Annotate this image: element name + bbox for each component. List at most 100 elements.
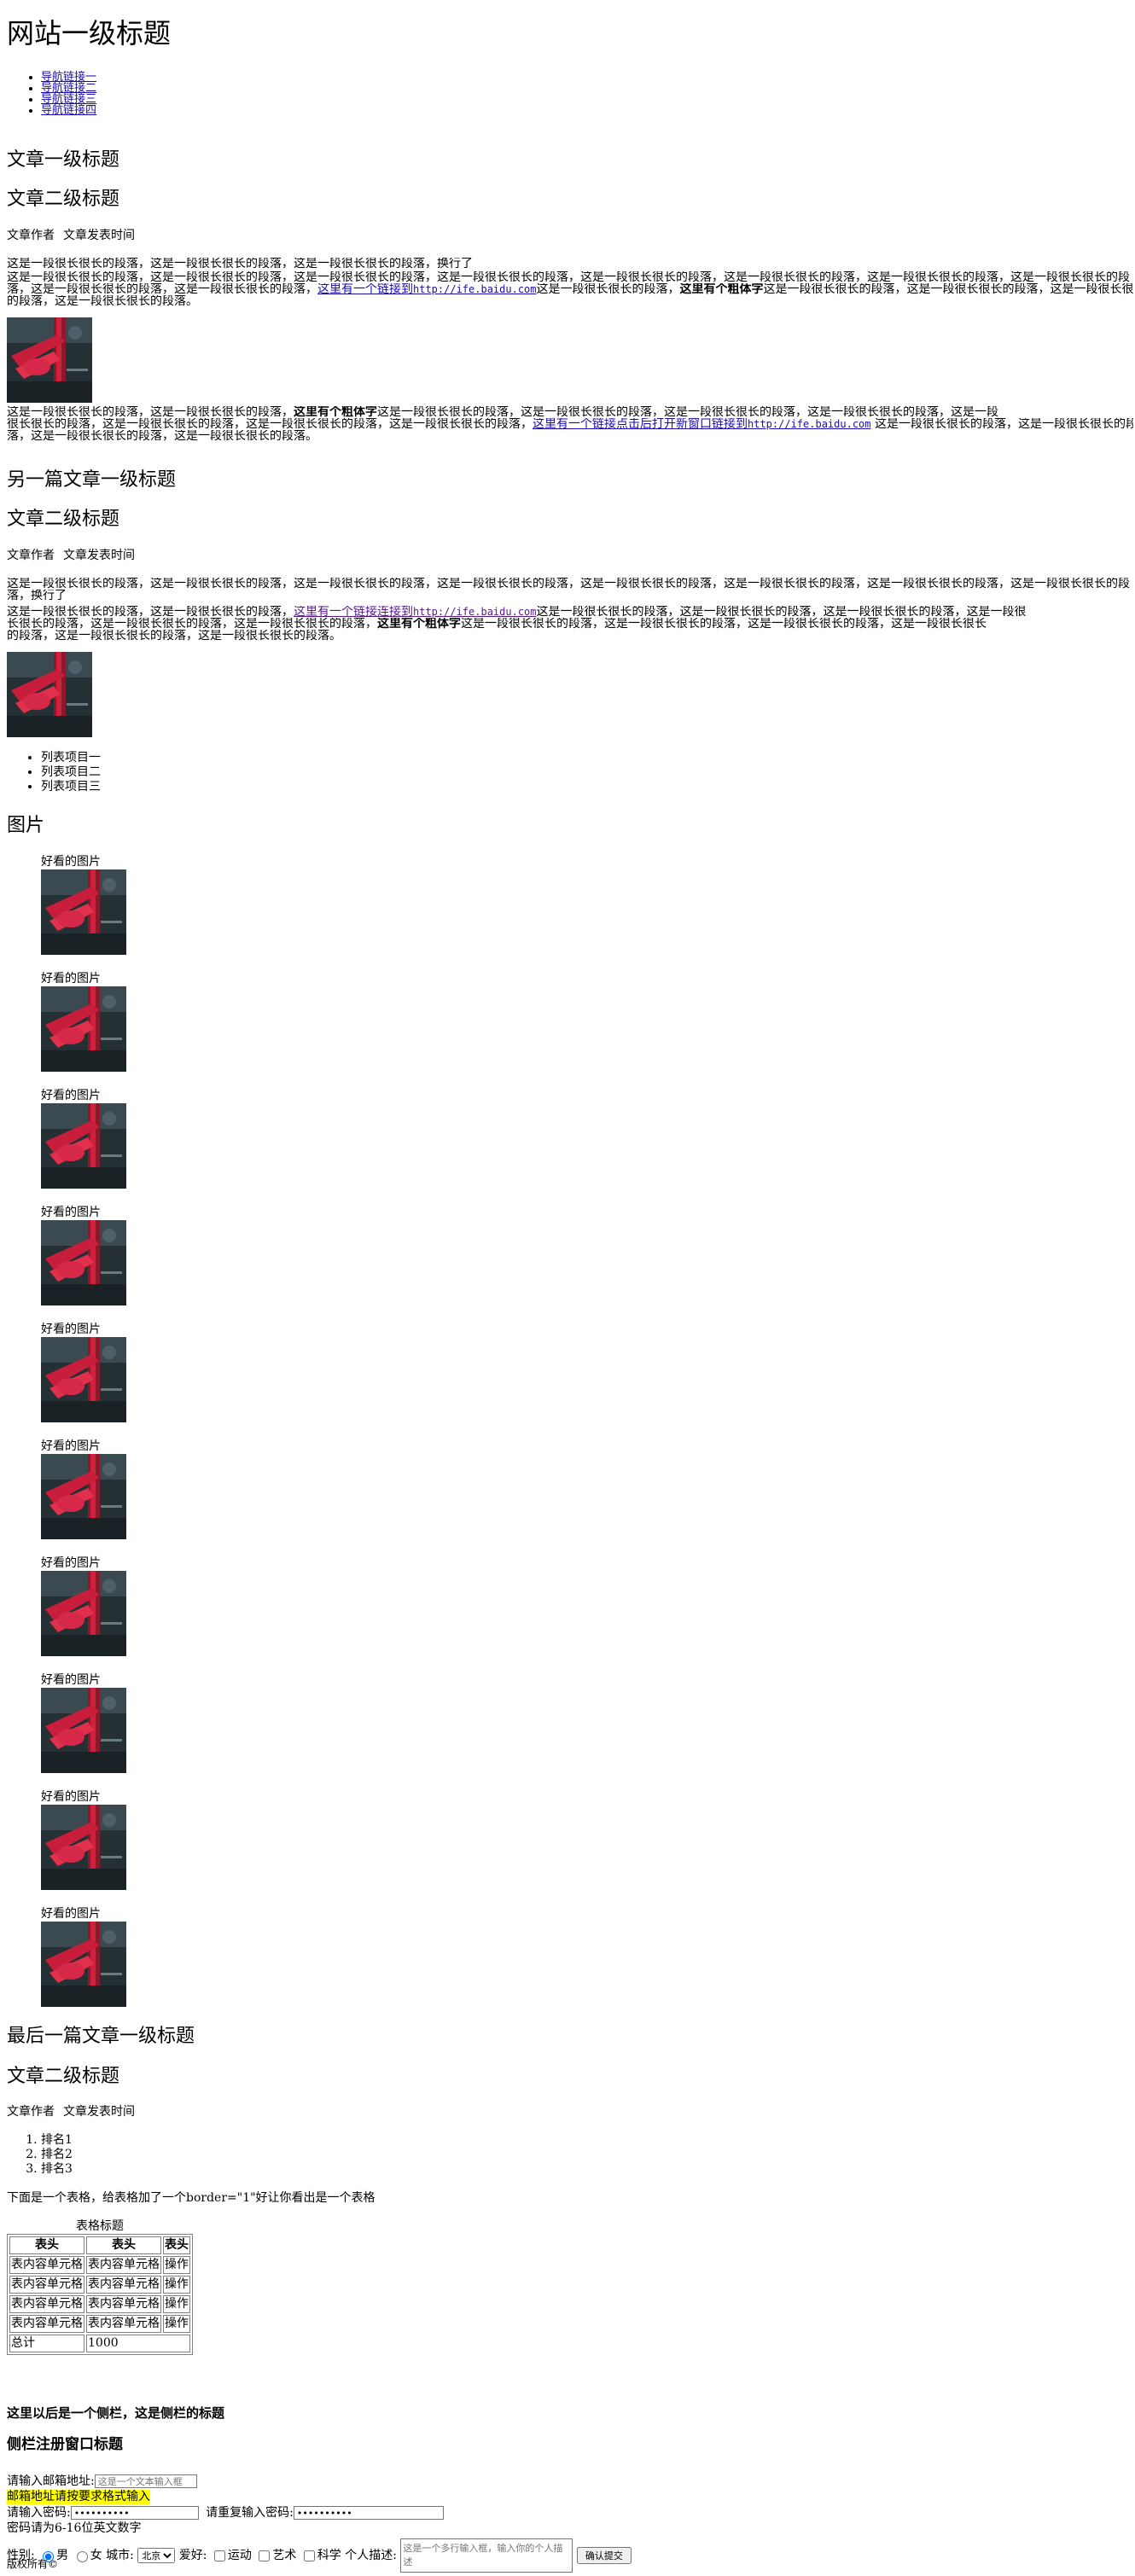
password-field[interactable] bbox=[70, 2506, 199, 2520]
hobby-art-label: 艺术 bbox=[272, 2549, 297, 2562]
article1-meta: 文章作者 文章发表时间 bbox=[7, 229, 135, 243]
article2-list: 列表项目一 列表项目二 列表项目三 bbox=[7, 751, 101, 794]
article1-bold-text-2: 这里有个粗体字 bbox=[294, 406, 377, 418]
photo-image bbox=[41, 1454, 126, 1539]
ranking-list: 排名1 排名2 排名3 bbox=[7, 2133, 73, 2177]
sidebar-title: 这里以后是一个侧栏，这是侧栏的标题 bbox=[7, 2405, 225, 2421]
article2-subtitle: 文章二级标题 bbox=[7, 509, 120, 530]
city-select[interactable]: 北京 bbox=[137, 2548, 176, 2563]
table-row: 表内容单元格 表内容单元格 操作 bbox=[9, 2295, 190, 2313]
table-cell: 表内容单元格 bbox=[9, 2295, 84, 2313]
nav-item[interactable]: 导航链接四 bbox=[41, 105, 96, 116]
description-label: 个人描述: bbox=[345, 2549, 397, 2562]
photo-image bbox=[41, 1922, 126, 2007]
gallery-image bbox=[41, 986, 126, 1072]
description-textarea[interactable] bbox=[400, 2538, 573, 2573]
article1-link[interactable]: 这里有一个链接到http://ife.baidu.com bbox=[317, 283, 537, 295]
data-table: 表格标题 表头 表头 表头 表内容单元格 表内容单元格 操作 表内容单元格 表内… bbox=[7, 2219, 193, 2355]
gallery-figure: 好看的图片 bbox=[41, 1323, 126, 1439]
table-cell: 操作 bbox=[163, 2295, 190, 2313]
photo-image bbox=[41, 1337, 126, 1422]
hobby-art-checkbox[interactable] bbox=[259, 2550, 271, 2561]
gallery-image bbox=[41, 1571, 126, 1656]
photo-image bbox=[41, 986, 126, 1072]
footer-copyright: 版权所有© bbox=[7, 2558, 59, 2570]
gallery-figure: 好看的图片 bbox=[41, 972, 126, 1089]
list-item: 排名1 bbox=[41, 2133, 73, 2148]
article1-newwindow-link[interactable]: 这里有一个链接点击后打开新窗口链接到http://ife.baidu.com bbox=[533, 418, 871, 430]
photo-image bbox=[41, 1220, 126, 1305]
photo-image bbox=[7, 317, 92, 403]
list-item: 排名2 bbox=[41, 2148, 73, 2162]
password-repeat-field[interactable] bbox=[293, 2506, 444, 2520]
list-item: 排名3 bbox=[41, 2162, 73, 2177]
article1-paragraph-1: 这是一段很长很长的段落，这是一段很长很长的段落，这是一段很长很长的段落，换行了 bbox=[7, 258, 473, 270]
photo-image bbox=[7, 652, 92, 737]
table-header: 表头 bbox=[9, 2236, 84, 2254]
total-value: 1000 bbox=[86, 2335, 190, 2352]
article2-image bbox=[7, 652, 92, 737]
hobby-sport-label: 运动 bbox=[227, 2549, 252, 2562]
email-field[interactable] bbox=[94, 2474, 197, 2488]
password-label: 请输入密码: bbox=[7, 2506, 71, 2520]
article1-paragraph-2: 这是一段很长很长的段落，这是一段很长很长的段落，这是一段很长很长的段落，这是一段… bbox=[7, 271, 1133, 307]
gallery-figure: 好看的图片 bbox=[41, 855, 126, 972]
nav-link-4[interactable]: 导航链接四 bbox=[41, 104, 96, 117]
main-nav: 导航链接一 导航链接二 导航链接三 导航链接四 bbox=[7, 72, 96, 116]
article2-paragraph-1: 这是一段很长很长的段落，这是一段很长很长的段落，这是一段很长很长的段落，这是一段… bbox=[7, 578, 1130, 602]
article2-meta: 文章作者 文章发表时间 bbox=[7, 549, 135, 563]
gender-female-radio[interactable] bbox=[76, 2551, 88, 2562]
hobby-label: 爱好: bbox=[178, 2549, 207, 2562]
gallery-image bbox=[41, 1688, 126, 1773]
password-hint: 密码请为6-16位英文数字 bbox=[7, 2521, 142, 2535]
figure-caption: 好看的图片 bbox=[41, 1323, 101, 1336]
table-row: 表内容单元格 表内容单元格 操作 bbox=[9, 2276, 190, 2294]
figure-caption: 好看的图片 bbox=[41, 1206, 101, 1219]
table-total-row: 总计 1000 bbox=[9, 2335, 190, 2352]
gallery: 好看的图片 好看的图片 好看的图片 好看的图片 好看的图片 好看的图片 好看的图片 好看的图片… bbox=[7, 855, 126, 2024]
article1-author: 文章作者 bbox=[7, 229, 55, 242]
gallery-image bbox=[41, 1337, 126, 1422]
article1-bold-text: 这里有个粗体字 bbox=[679, 283, 764, 295]
gender-female-label: 女 bbox=[90, 2549, 102, 2562]
list-item: 列表项目二 bbox=[41, 765, 101, 780]
password-repeat-label: 请重复输入密码: bbox=[206, 2506, 294, 2520]
table-header: 表头 bbox=[163, 2236, 190, 2254]
hobby-science-checkbox[interactable] bbox=[303, 2550, 315, 2561]
register-form: 请输入邮箱地址: 邮箱地址请按要求格式输入 请输入密码: 请重复输入密码: 密码… bbox=[7, 2473, 1128, 2573]
photo-image bbox=[41, 1103, 126, 1189]
article3-meta: 文章作者 文章发表时间 bbox=[7, 2105, 135, 2120]
gender-male-label: 男 bbox=[56, 2549, 69, 2562]
gallery-image bbox=[41, 1220, 126, 1305]
gallery-figure: 好看的图片 bbox=[41, 1089, 126, 1206]
hobby-science-label: 科学 bbox=[317, 2549, 341, 2562]
gallery-image bbox=[41, 1454, 126, 1539]
gallery-image bbox=[41, 1922, 126, 2007]
article2-bold-text: 这里有个粗体字 bbox=[377, 618, 461, 630]
table-cell: 表内容单元格 bbox=[86, 2315, 161, 2333]
site-title: 网站一级标题 bbox=[7, 17, 172, 49]
article3-title: 最后一篇文章一级标题 bbox=[7, 2026, 195, 2047]
table-cell: 表内容单元格 bbox=[9, 2256, 84, 2274]
gallery-figure: 好看的图片 bbox=[41, 1206, 126, 1323]
gallery-image bbox=[41, 869, 126, 955]
article3-author: 文章作者 bbox=[7, 2105, 55, 2119]
figure-caption: 好看的图片 bbox=[41, 1790, 101, 1804]
total-label: 总计 bbox=[9, 2335, 84, 2352]
table-intro: 下面是一个表格，给表格加了一个border="1"好让你看出是一个表格 bbox=[7, 2191, 375, 2205]
article2-link[interactable]: 这里有一个链接连接到http://ife.baidu.com bbox=[294, 606, 537, 618]
submit-button[interactable]: 确认提交 bbox=[576, 2547, 632, 2564]
figure-caption: 好看的图片 bbox=[41, 855, 101, 869]
hobby-sport-checkbox[interactable] bbox=[213, 2550, 225, 2561]
table-row: 表内容单元格 表内容单元格 操作 bbox=[9, 2256, 190, 2274]
article1-paragraph-3: 这是一段很长很长的段落，这是一段很长很长的段落，这里有个粗体字这是一段很长很长的… bbox=[7, 406, 1133, 442]
article1-title: 文章一级标题 bbox=[7, 149, 120, 171]
article2-author: 文章作者 bbox=[7, 549, 55, 562]
figure-caption: 好看的图片 bbox=[41, 1089, 101, 1102]
table-cell: 表内容单元格 bbox=[86, 2256, 161, 2274]
figure-caption: 好看的图片 bbox=[41, 1556, 101, 1570]
table-cell: 表内容单元格 bbox=[86, 2295, 161, 2313]
city-label: 城市: bbox=[106, 2549, 134, 2562]
gallery-figure: 好看的图片 bbox=[41, 1790, 126, 1907]
gallery-figure: 好看的图片 bbox=[41, 1439, 126, 1556]
